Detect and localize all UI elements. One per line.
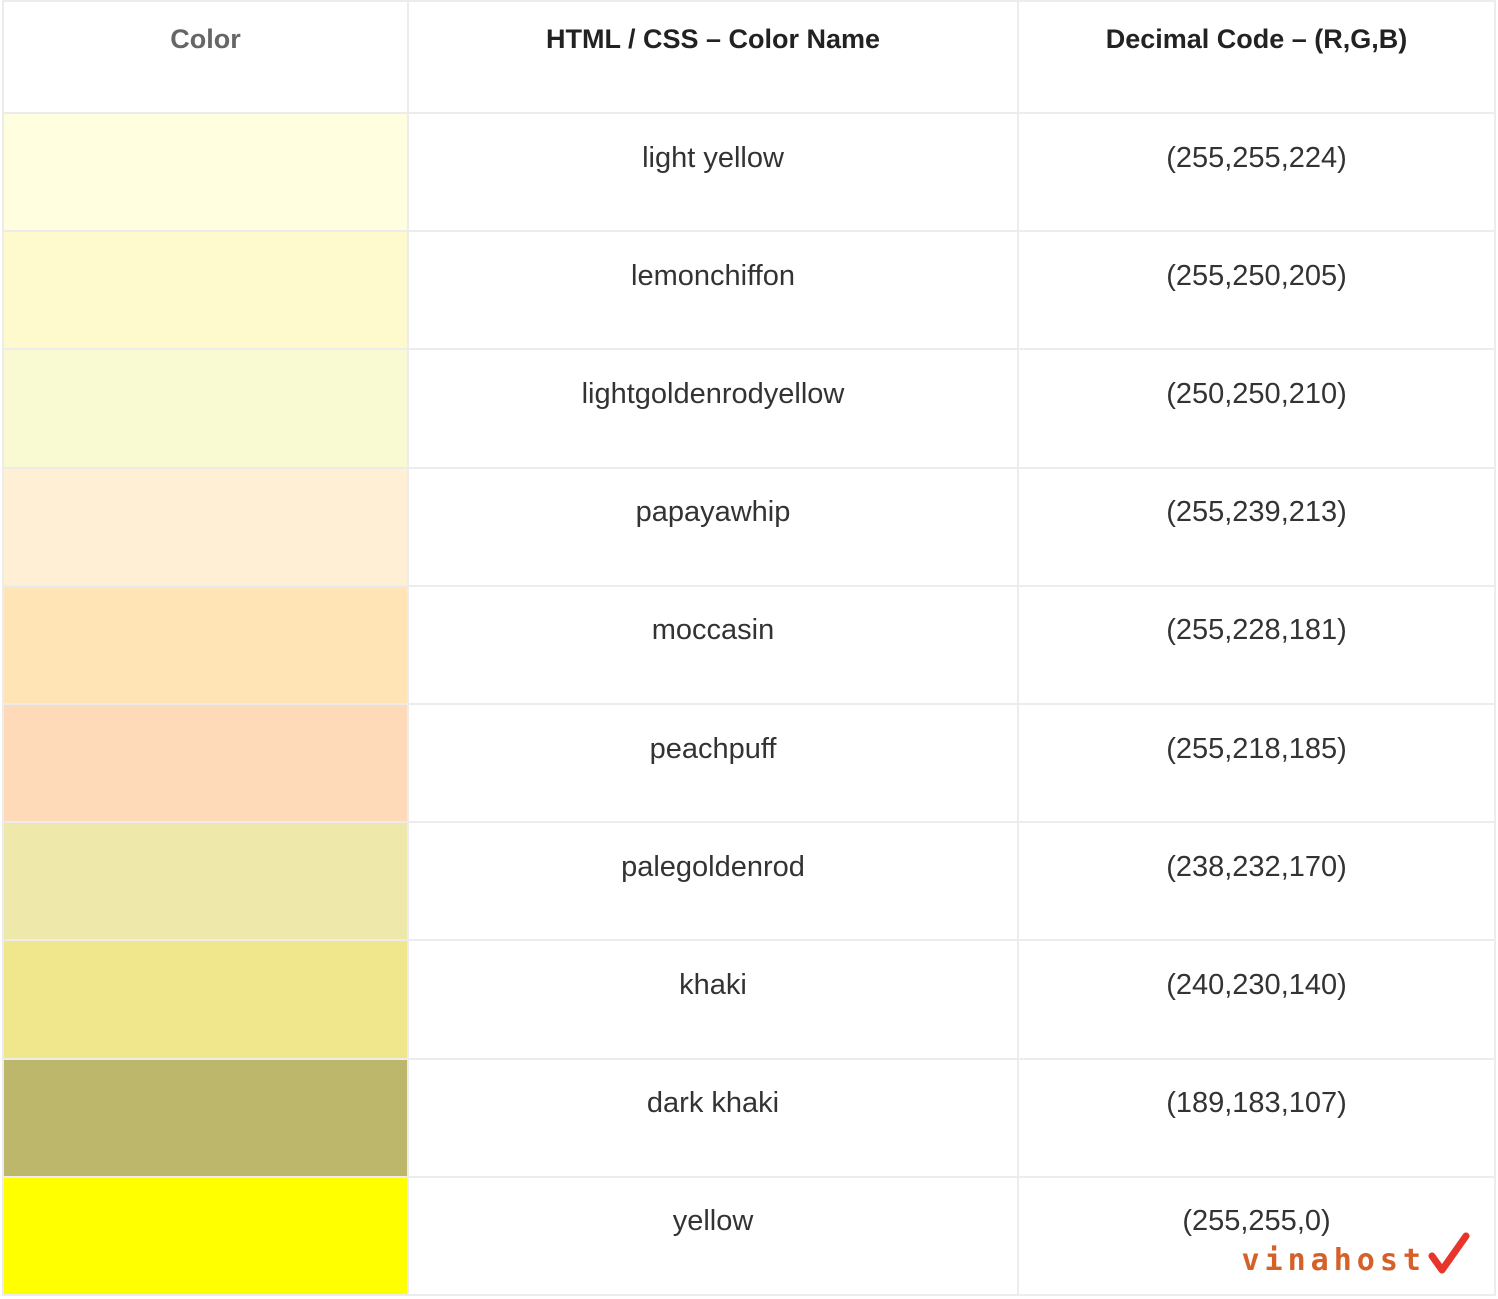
color-name-cell: lemonchiffon	[407, 230, 1019, 351]
rgb-code-cell: (255,255,224)	[1017, 111, 1496, 233]
color-swatch-cell	[2, 821, 409, 942]
rgb-code-cell: (255,228,181)	[1017, 584, 1496, 705]
color-name-cell: dark khaki	[407, 1057, 1019, 1178]
color-swatch	[4, 1059, 407, 1176]
color-table: Color HTML / CSS – Color Name Decimal Co…	[2, 0, 1496, 1297]
header-color-name: HTML / CSS – Color Name	[407, 0, 1019, 114]
color-swatch	[4, 114, 407, 231]
color-swatch-cell	[2, 702, 409, 824]
color-swatch-cell	[2, 466, 409, 587]
color-swatch	[4, 941, 407, 1058]
table-row: lightgoldenrodyellow (250,250,210)	[2, 348, 1496, 469]
color-swatch-cell	[2, 348, 409, 469]
vinahost-logo: vinahost	[1242, 1232, 1471, 1276]
table-row: dark khaki (189,183,107)	[2, 1057, 1496, 1178]
table-row: papayawhip (255,239,213)	[2, 466, 1496, 587]
table-row: palegoldenrod (238,232,170)	[2, 821, 1496, 942]
color-name-cell: moccasin	[407, 584, 1019, 705]
table-row: light yellow (255,255,224)	[2, 111, 1496, 233]
color-name-cell: light yellow	[407, 111, 1019, 233]
rgb-code-cell: (238,232,170)	[1017, 821, 1496, 942]
table-row: moccasin (255,228,181)	[2, 584, 1496, 705]
color-swatch-cell	[2, 230, 409, 351]
rgb-code-cell: (255,239,213)	[1017, 466, 1496, 587]
table-row: khaki (240,230,140)	[2, 939, 1496, 1060]
color-swatch	[4, 1177, 407, 1294]
color-name-cell: lightgoldenrodyellow	[407, 348, 1019, 469]
header-row: Color HTML / CSS – Color Name Decimal Co…	[2, 0, 1496, 114]
rgb-code-cell: (255,255,0) vinahost	[1017, 1175, 1496, 1297]
table-row: yellow (255,255,0) vinahost	[2, 1175, 1496, 1297]
logo-wordmark: vinahost	[1241, 1243, 1426, 1278]
color-swatch-cell	[2, 1057, 409, 1178]
color-swatch	[4, 468, 407, 585]
rgb-code-cell: (255,218,185)	[1017, 702, 1496, 824]
rgb-code-cell: (250,250,210)	[1017, 348, 1496, 469]
header-color: Color	[2, 0, 409, 114]
header-decimal-code: Decimal Code – (R,G,B)	[1017, 0, 1496, 114]
color-swatch-cell	[2, 1175, 409, 1297]
color-name-cell: papayawhip	[407, 466, 1019, 587]
rgb-code-cell: (189,183,107)	[1017, 1057, 1496, 1178]
color-name-cell: peachpuff	[407, 702, 1019, 824]
rgb-code-cell: (255,250,205)	[1017, 230, 1496, 351]
color-name-cell: khaki	[407, 939, 1019, 1060]
color-name-cell: palegoldenrod	[407, 821, 1019, 942]
color-swatch	[4, 350, 407, 467]
color-swatch	[4, 586, 407, 703]
table-row: peachpuff (255,218,185)	[2, 702, 1496, 824]
table-row: lemonchiffon (255,250,205)	[2, 230, 1496, 351]
color-swatch-cell	[2, 584, 409, 705]
color-name-cell: yellow	[407, 1175, 1019, 1297]
color-swatch-cell	[2, 939, 409, 1060]
checkmark-icon	[1428, 1232, 1470, 1274]
color-swatch	[4, 232, 407, 349]
color-swatch	[4, 704, 407, 822]
color-swatch-cell	[2, 111, 409, 233]
color-swatch	[4, 823, 407, 940]
rgb-code-cell: (240,230,140)	[1017, 939, 1496, 1060]
